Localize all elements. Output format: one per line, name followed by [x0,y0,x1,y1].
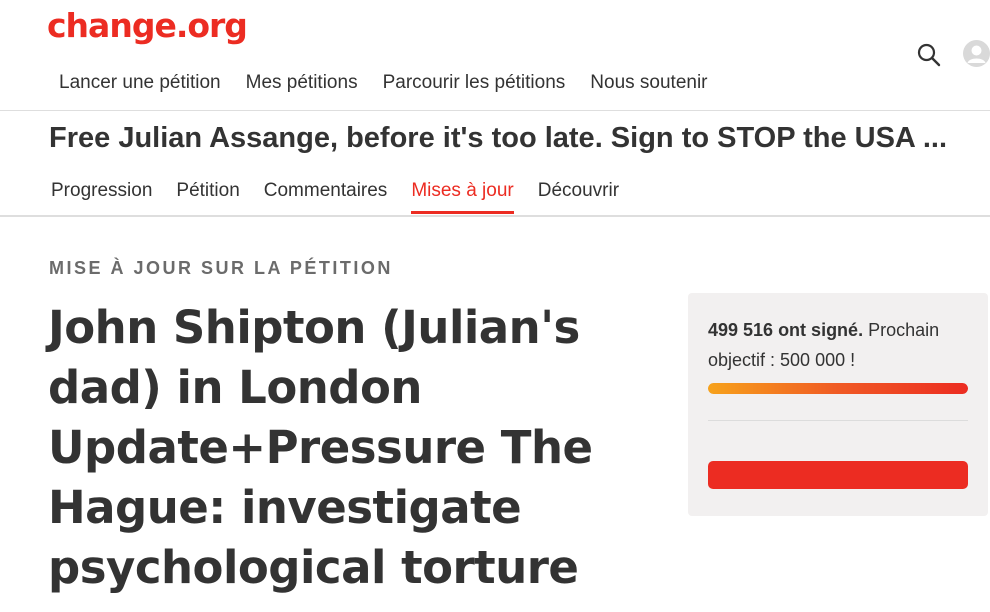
header-divider [0,110,990,111]
nav-browse-petitions[interactable]: Parcourir les pétitions [383,72,566,94]
signature-summary: 499 516 ont signé. Prochain objectif : 5… [708,315,978,375]
change-org-logo[interactable]: change.org [47,6,248,45]
user-avatar-icon[interactable] [963,40,990,67]
tab-comments[interactable]: Commentaires [264,180,388,214]
update-eyebrow: MISE À JOUR SUR LA PÉTITION [49,258,393,278]
nav-support-us[interactable]: Nous soutenir [590,72,707,94]
search-icon[interactable] [916,42,942,68]
top-navigation: Lancer une pétition Mes pétitions Parcou… [59,72,708,94]
update-title: John Shipton (Julian's dad) in London Up… [48,301,593,594]
tabs-divider [0,215,990,217]
card-divider [708,420,968,421]
tab-petition[interactable]: Pétition [176,180,239,214]
tab-discover[interactable]: Découvrir [538,180,619,214]
nav-my-petitions[interactable]: Mes pétitions [246,72,358,94]
tab-progression[interactable]: Progression [51,180,152,214]
sign-button[interactable] [708,461,968,489]
tab-updates[interactable]: Mises à jour [411,180,515,214]
petition-tabs: Progression Pétition Commentaires Mises … [51,180,643,214]
signature-progress-bar [708,383,968,394]
petition-title[interactable]: Free Julian Assange, before it's too lat… [49,122,990,155]
signature-count: 499 516 ont signé. [708,320,864,340]
nav-start-petition[interactable]: Lancer une pétition [59,72,221,94]
signature-card: 499 516 ont signé. Prochain objectif : 5… [688,293,988,516]
signature-progress-fill [708,383,968,394]
